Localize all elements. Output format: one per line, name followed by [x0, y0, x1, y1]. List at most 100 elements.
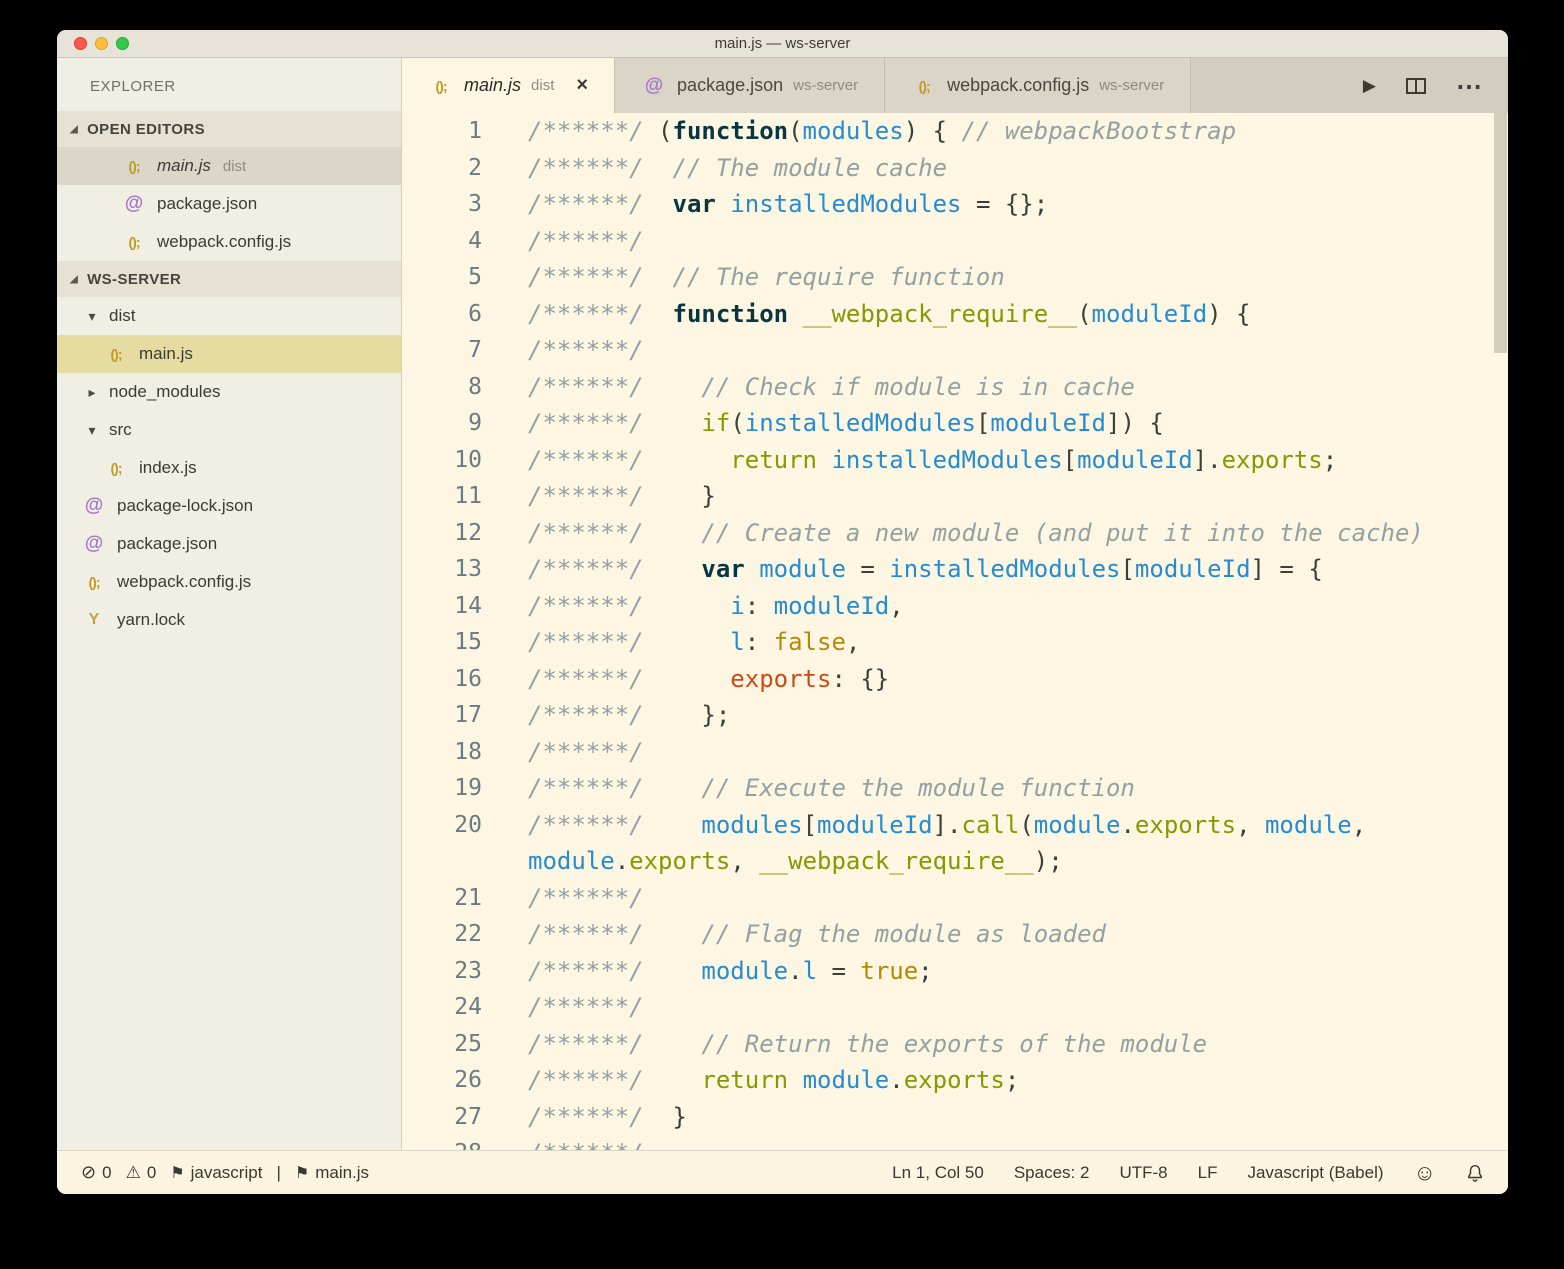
- line-number: 8: [402, 369, 482, 406]
- code-editor[interactable]: 1/******/ (function(modules) { // webpac…: [402, 113, 1508, 1150]
- tree-item-index-js[interactable]: ();index.js: [57, 449, 401, 487]
- code-line-1[interactable]: 1/******/ (function(modules) { // webpac…: [402, 113, 1508, 150]
- cursor-position[interactable]: Ln 1, Col 50: [892, 1163, 984, 1183]
- code-line-11[interactable]: 11/******/ }: [402, 478, 1508, 515]
- tree-item-webpack-config-js[interactable]: ();webpack.config.js: [57, 563, 401, 601]
- code-text: /******/ // The module cache: [482, 150, 947, 187]
- tree-item-main-js[interactable]: ();main.js: [57, 335, 401, 373]
- lint-file[interactable]: ⚑main.js: [295, 1163, 369, 1183]
- code-line-13[interactable]: 13/******/ var module = installedModules…: [402, 551, 1508, 588]
- open-editor-item-main-js[interactable]: ();main.jsdist: [57, 147, 401, 185]
- tab-package-json[interactable]: @package.jsonws-server: [615, 58, 885, 113]
- warning-count[interactable]: ⚠0: [126, 1163, 157, 1183]
- code-text: /******/ if(installedModules[moduleId]) …: [482, 405, 1164, 442]
- tab-main-js[interactable]: ();main.jsdist×: [402, 58, 615, 113]
- open-editor-item-package-json[interactable]: @package.json: [57, 185, 401, 223]
- code-text: /******/ // Flag the module as loaded: [482, 916, 1106, 953]
- pennant-icon: ⚑: [295, 1163, 309, 1183]
- code-text: /******/: [482, 223, 644, 260]
- language-mode[interactable]: Javascript (Babel): [1247, 1163, 1383, 1183]
- js-file-icon: ();: [103, 346, 129, 362]
- code-line-26[interactable]: 26/******/ return module.exports;: [402, 1062, 1508, 1099]
- tree-item-package-lock-json[interactable]: @package-lock.json: [57, 487, 401, 525]
- tab-webpack-config-js[interactable]: ();webpack.config.jsws-server: [885, 58, 1191, 113]
- window-titlebar[interactable]: main.js — ws-server: [57, 30, 1508, 58]
- code-text: /******/ modules[moduleId].call(module.e…: [482, 807, 1366, 844]
- code-line-27[interactable]: 27/******/ }: [402, 1099, 1508, 1136]
- code-line-17[interactable]: 17/******/ };: [402, 697, 1508, 734]
- code-line-24[interactable]: 24/******/: [402, 989, 1508, 1026]
- code-line-28[interactable]: 28/******/: [402, 1135, 1508, 1150]
- status-bar-right: Ln 1, Col 50 Spaces: 2 UTF-8 LF Javascript (…: [892, 1160, 1484, 1186]
- code-line-4[interactable]: 4/******/: [402, 223, 1508, 260]
- code-line-15[interactable]: 15/******/ l: false,: [402, 624, 1508, 661]
- tree-item-node-modules[interactable]: ▸node_modules: [57, 373, 401, 411]
- code-line-6[interactable]: 6/******/ function __webpack_require__(m…: [402, 296, 1508, 333]
- line-number: 27: [402, 1099, 482, 1136]
- tab-label: main.js: [464, 75, 521, 96]
- code-text: /******/ function __webpack_require__(mo…: [482, 296, 1251, 333]
- line-number: 13: [402, 551, 482, 588]
- code-line-22[interactable]: 22/******/ // Flag the module as loaded: [402, 916, 1508, 953]
- code-line-25[interactable]: 25/******/ // Return the exports of the …: [402, 1026, 1508, 1063]
- code-line-21[interactable]: 21/******/: [402, 880, 1508, 917]
- code-line-10[interactable]: 10/******/ return installedModules[modul…: [402, 442, 1508, 479]
- error-count[interactable]: ⊘0: [81, 1162, 112, 1183]
- code-text: /******/ };: [482, 697, 730, 734]
- encoding[interactable]: UTF-8: [1119, 1163, 1167, 1183]
- tree-item-src[interactable]: ▾src: [57, 411, 401, 449]
- more-actions-icon[interactable]: ⋯: [1456, 78, 1482, 94]
- tree-item-yarn-lock[interactable]: Yyarn.lock: [57, 601, 401, 639]
- code-line-9[interactable]: 9/******/ if(installedModules[moduleId])…: [402, 405, 1508, 442]
- code-lines: 1/******/ (function(modules) { // webpac…: [402, 113, 1508, 1150]
- tab-label: webpack.config.js: [947, 75, 1089, 96]
- line-number: 22: [402, 916, 482, 953]
- tabs: ();main.jsdist×@package.jsonws-server();…: [402, 58, 1191, 113]
- zoom-window-button[interactable]: [116, 37, 129, 50]
- tab-detail: ws-server: [1099, 77, 1164, 94]
- tab-detail: dist: [531, 77, 554, 94]
- code-line-8[interactable]: 8/******/ // Check if module is in cache: [402, 369, 1508, 406]
- close-tab-icon[interactable]: ×: [576, 74, 588, 97]
- code-line-7[interactable]: 7/******/: [402, 332, 1508, 369]
- chevron-expanded-icon: ▾: [85, 308, 99, 325]
- line-number: 10: [402, 442, 482, 479]
- open-editors-header[interactable]: ◢ OPEN EDITORS: [57, 111, 401, 147]
- editor-scrollbar[interactable]: [1494, 113, 1507, 353]
- code-line-5[interactable]: 5/******/ // The require function: [402, 259, 1508, 296]
- line-number: 5: [402, 259, 482, 296]
- code-line-3[interactable]: 3/******/ var installedModules = {};: [402, 186, 1508, 223]
- line-number: 2: [402, 150, 482, 187]
- code-text: /******/ // Execute the module function: [482, 770, 1135, 807]
- code-line-16[interactable]: 16/******/ exports: {}: [402, 661, 1508, 698]
- workspace-header[interactable]: ◢ WS-SERVER: [57, 261, 401, 297]
- eol-sequence[interactable]: LF: [1198, 1163, 1218, 1183]
- run-play-icon[interactable]: ▶: [1363, 76, 1376, 96]
- tree-item-dist[interactable]: ▾dist: [57, 297, 401, 335]
- code-line-14[interactable]: 14/******/ i: moduleId,: [402, 588, 1508, 625]
- line-number: 16: [402, 661, 482, 698]
- line-number: 24: [402, 989, 482, 1026]
- notifications-bell[interactable]: [1466, 1164, 1484, 1182]
- tree-item-package-json[interactable]: @package.json: [57, 525, 401, 563]
- code-text: /******/ exports: {}: [482, 661, 889, 698]
- open-editor-item-webpack-config-js[interactable]: ();webpack.config.js: [57, 223, 401, 261]
- minimize-window-button[interactable]: [95, 37, 108, 50]
- section-expanded-icon: ◢: [70, 124, 78, 135]
- code-line-12[interactable]: 12/******/ // Create a new module (and p…: [402, 515, 1508, 552]
- line-number: 11: [402, 478, 482, 515]
- code-line-18[interactable]: 18/******/: [402, 734, 1508, 771]
- code-line-23[interactable]: 23/******/ module.l = true;: [402, 953, 1508, 990]
- pennant-icon: ⚑: [170, 1163, 184, 1183]
- code-text: /******/ // The require function: [482, 259, 1005, 296]
- split-editor-icon[interactable]: [1406, 78, 1426, 94]
- line-number: 1: [402, 113, 482, 150]
- indentation[interactable]: Spaces: 2: [1014, 1163, 1090, 1183]
- code-line-wrap[interactable]: module.exports, __webpack_require__);: [402, 843, 1508, 880]
- code-line-20[interactable]: 20/******/ modules[moduleId].call(module…: [402, 807, 1508, 844]
- code-line-2[interactable]: 2/******/ // The module cache: [402, 150, 1508, 187]
- close-window-button[interactable]: [74, 37, 87, 50]
- code-line-19[interactable]: 19/******/ // Execute the module functio…: [402, 770, 1508, 807]
- feedback-smiley[interactable]: ☺: [1414, 1160, 1436, 1186]
- lint-language[interactable]: ⚑javascript: [170, 1163, 262, 1183]
